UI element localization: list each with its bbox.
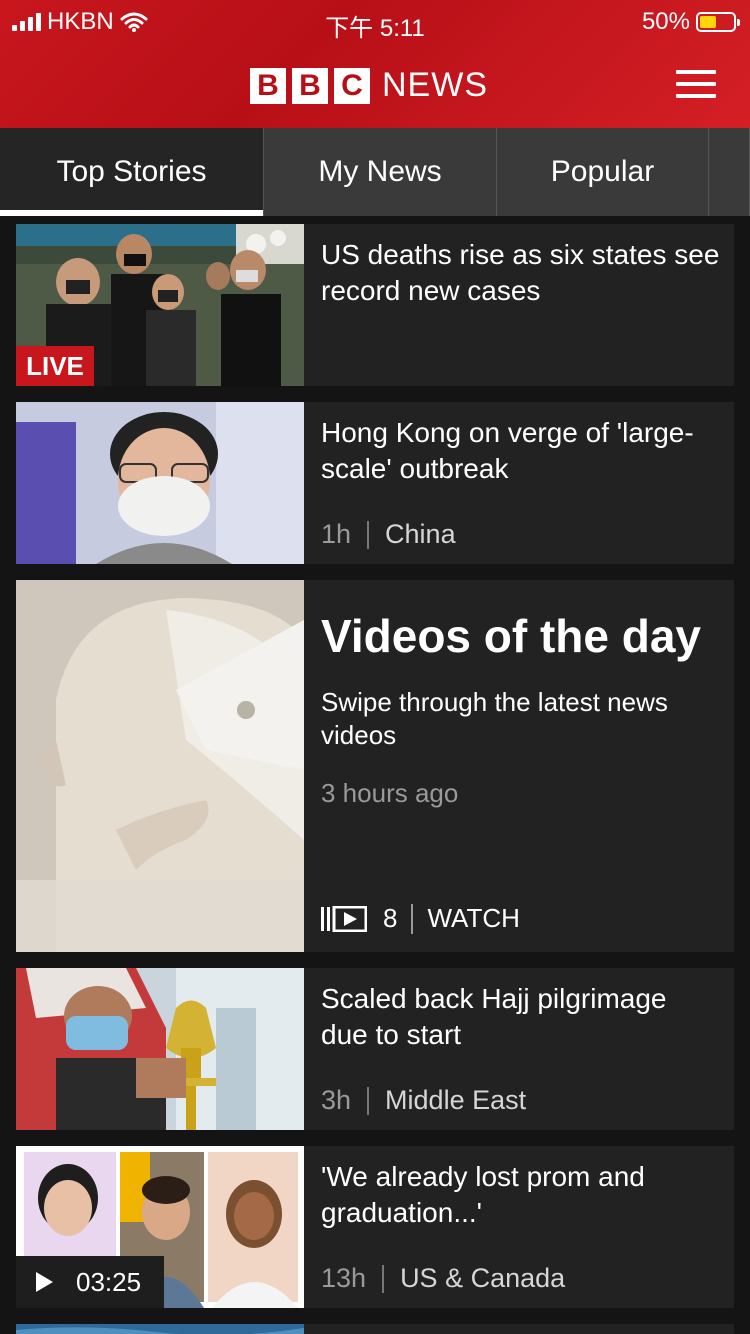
story-thumbnail — [16, 1324, 304, 1334]
story-thumbnail — [16, 968, 304, 1130]
status-time: 下午 5:11 — [325, 15, 425, 42]
meta-divider — [382, 1264, 385, 1293]
tab-overflow[interactable] — [709, 128, 750, 216]
video-duration: 03:25 — [76, 1266, 142, 1297]
story-time: 13h — [321, 1263, 367, 1293]
battery-icon — [696, 12, 740, 32]
play-video-button[interactable]: 03:25 — [16, 1256, 164, 1308]
meta-divider — [367, 520, 370, 549]
story-meta: 3h Middle East — [321, 1085, 526, 1116]
videos-of-the-day-card[interactable]: Videos of the day Swipe through the late… — [16, 580, 734, 952]
story-thumbnail — [16, 402, 304, 564]
video-body: Videos of the day Swipe through the late… — [321, 580, 720, 952]
tab-my-news[interactable]: My News — [264, 128, 497, 216]
story-card[interactable]: Hong Kong on verge of 'large-scale' outb… — [16, 402, 734, 564]
logo-letter: B — [292, 67, 328, 104]
story-card[interactable]: Scaled back Hajj pilgrimage due to start… — [16, 968, 734, 1130]
story-section-link[interactable]: Middle East — [385, 1085, 526, 1116]
story-headline[interactable]: US deaths rise as six states see record … — [321, 237, 720, 309]
meta-divider — [411, 903, 414, 934]
video-thumbnail — [16, 580, 304, 952]
meta-divider — [367, 1086, 370, 1115]
story-headline[interactable]: 'We already lost prom and graduation...' — [321, 1159, 720, 1231]
logo-word: NEWS — [382, 66, 488, 104]
tab-popular[interactable]: Popular — [497, 128, 709, 216]
story-card[interactable]: 03:25 'We already lost prom and graduati… — [16, 1146, 734, 1308]
story-feed: LIVE US deaths rise as six states see re… — [0, 216, 750, 1334]
story-time: 3h — [321, 1085, 352, 1115]
app-header: HKBN 下午 5:11 50% B B C NEWS — [0, 0, 750, 128]
story-body: 'We already lost prom and graduation...'… — [321, 1146, 720, 1308]
battery-percent: 50% — [641, 8, 690, 35]
video-count: 8 — [383, 903, 398, 933]
bbc-news-logo[interactable]: B B C NEWS — [250, 66, 488, 105]
videos-title[interactable]: Videos of the day — [321, 608, 720, 664]
story-headline[interactable]: Scaled back Hajj pilgrimage due to start — [321, 981, 720, 1053]
tab-top-stories[interactable]: Top Stories — [0, 128, 264, 216]
status-right: 50% — [641, 8, 740, 36]
status-bar: HKBN 下午 5:11 50% — [0, 0, 750, 42]
story-section-link[interactable]: US & Canada — [400, 1263, 565, 1294]
story-thumbnail: LIVE — [16, 224, 304, 386]
logo-letter: B — [250, 67, 286, 104]
watch-label[interactable]: WATCH — [427, 903, 519, 934]
watch-row[interactable]: 8 WATCH — [321, 903, 520, 934]
story-body: US deaths rise as six states see record … — [321, 224, 720, 386]
story-card-partial[interactable] — [16, 1324, 734, 1334]
story-headline[interactable]: Hong Kong on verge of 'large-scale' outb… — [321, 415, 720, 487]
section-tabs: Top Stories My News Popular — [0, 128, 750, 216]
videos-time: 3 hours ago — [321, 778, 459, 808]
live-badge: LIVE — [16, 346, 94, 386]
hamburger-menu-icon[interactable] — [676, 70, 716, 98]
bbc-news-app: HKBN 下午 5:11 50% B B C NEWS Top Stories … — [0, 0, 750, 1334]
story-meta: 13h US & Canada — [321, 1263, 565, 1294]
story-thumbnail: 03:25 — [16, 1146, 304, 1308]
story-body: Scaled back Hajj pilgrimage due to start… — [321, 968, 720, 1130]
logo-letter: C — [334, 67, 370, 104]
story-meta: 1h China — [321, 519, 456, 550]
story-time: 1h — [321, 519, 352, 549]
play-icon — [36, 1272, 53, 1292]
video-playlist-icon — [321, 905, 367, 932]
story-body: Hong Kong on verge of 'large-scale' outb… — [321, 402, 720, 564]
story-section-link[interactable]: China — [385, 519, 456, 550]
videos-subtitle: Swipe through the latest news videos — [321, 687, 668, 750]
story-card[interactable]: LIVE US deaths rise as six states see re… — [16, 224, 734, 386]
